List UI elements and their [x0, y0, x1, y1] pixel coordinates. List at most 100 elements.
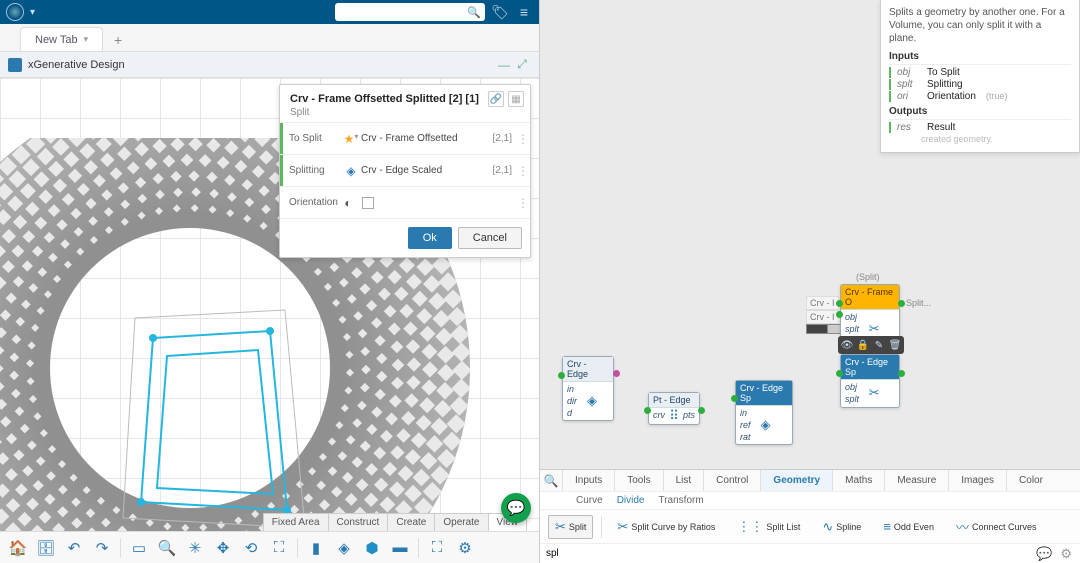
database-icon[interactable]: 🗄: [34, 536, 58, 560]
undo-icon[interactable]: ↶: [62, 536, 86, 560]
node-toolstrip: 👁 🔒 ✎ 🗑: [838, 336, 904, 354]
orientation-checkbox[interactable]: [362, 197, 374, 209]
snowflake-icon[interactable]: ✳: [183, 536, 207, 560]
subcat-transform[interactable]: Transform: [658, 495, 703, 506]
chat-icon[interactable]: 💬: [1032, 546, 1056, 562]
crumb-1[interactable]: Crv - I: [806, 296, 839, 310]
cat-tools[interactable]: Tools: [614, 470, 662, 491]
tab-newtab[interactable]: New Tab ▾: [20, 27, 103, 51]
port-dot[interactable]: [644, 407, 651, 414]
rotate-icon[interactable]: ⟲: [239, 536, 263, 560]
settings-icon[interactable]: ⚙: [453, 536, 477, 560]
properties-title: Crv - Frame Offsetted Splitted [2] [1]: [290, 93, 520, 105]
cat-geometry[interactable]: Geometry: [760, 470, 832, 491]
node-title: Crv - Edge: [563, 357, 613, 382]
cat-measure[interactable]: Measure: [884, 470, 948, 491]
cat-control[interactable]: Control: [703, 470, 760, 491]
cat-inputs[interactable]: Inputs: [562, 470, 614, 491]
gear-icon[interactable]: ⚙: [1056, 546, 1076, 562]
vtab-operate[interactable]: Operate: [434, 513, 488, 531]
search-box[interactable]: 🔍: [335, 3, 485, 21]
vtab-construct[interactable]: Construct: [328, 513, 389, 531]
port-dot[interactable]: [898, 370, 905, 377]
node-pt-edge[interactable]: Pt - Edge crv ⠿ pts: [648, 392, 700, 425]
row-menu-icon[interactable]: ⋮: [516, 132, 530, 146]
3d-viewport[interactable]: Crv - Frame Offsetted Splitted [2] [1] S…: [0, 78, 539, 563]
link-icon[interactable]: 🔗: [488, 91, 504, 107]
view-iso-icon[interactable]: ◈: [332, 536, 356, 560]
cat-list[interactable]: List: [663, 470, 704, 491]
tool-split[interactable]: ✂Split: [548, 515, 593, 539]
prop-row-tosplit[interactable]: To Split ★▾ Crv - Frame Offsetted [2,1] …: [280, 123, 530, 155]
port-dot[interactable]: [613, 370, 620, 377]
prop-row-splitting[interactable]: Splitting ◈ Crv - Edge Scaled [2,1] ⋮: [280, 155, 530, 187]
chat-button[interactable]: 💬: [501, 493, 531, 523]
crumb-2[interactable]: Crv - I: [806, 310, 839, 324]
search-icon[interactable]: 🔍: [540, 474, 562, 488]
eye-icon[interactable]: 👁: [840, 338, 854, 352]
slider-widget[interactable]: [806, 324, 842, 334]
ok-button[interactable]: Ok: [408, 227, 452, 249]
vtab-create[interactable]: Create: [387, 513, 435, 531]
vtab-fixed[interactable]: Fixed Area: [263, 513, 329, 531]
edit-icon[interactable]: ✎: [872, 338, 886, 352]
add-tab-button[interactable]: +: [109, 31, 127, 49]
filter-input[interactable]: [544, 546, 1032, 561]
home-icon[interactable]: 🏠: [6, 536, 30, 560]
node-edge-sp2[interactable]: Crv - Edge Sp obj splt ✂: [840, 354, 900, 408]
tool-split-ratios[interactable]: ✂Split Curve by Ratios: [610, 515, 722, 539]
cat-maths[interactable]: Maths: [832, 470, 884, 491]
node-crv-edge[interactable]: Crv - Edge in dir d ◈: [562, 356, 614, 421]
cat-images[interactable]: Images: [948, 470, 1006, 491]
app-root: ▾ 🔍 🏷 ≡ New Tab ▾ + xGenerative Design —…: [0, 0, 1080, 563]
tab-chevron-icon[interactable]: ▾: [84, 34, 89, 45]
subcat-curve[interactable]: Curve: [576, 495, 603, 506]
search-icon[interactable]: 🔍: [467, 6, 481, 19]
port-dot[interactable]: [731, 395, 738, 402]
tool-spline[interactable]: ∿Spline: [815, 515, 868, 539]
fit-icon[interactable]: ⛶: [267, 536, 291, 560]
prop-row-orientation[interactable]: Orientation ◐ ⋮: [280, 187, 530, 219]
view-tabs: Fixed Area Construct Create Operate View: [264, 513, 527, 531]
viewport-toolbar: 🏠 🗄 ↶ ↷ ▭ 🔍 ✳ ✥ ⟲ ⛶ ▮ ◈ ⬢ ▬ ⛶ ⚙: [0, 531, 539, 563]
minimize-icon[interactable]: —: [495, 56, 513, 74]
trash-icon[interactable]: 🗑: [888, 338, 902, 352]
menu-icon[interactable]: ≡: [515, 3, 533, 21]
redo-icon[interactable]: ↷: [90, 536, 114, 560]
row-menu-icon[interactable]: ⋮: [516, 164, 530, 178]
subcat-divide[interactable]: Divide: [617, 495, 645, 506]
port-dot[interactable]: [558, 372, 565, 379]
compass-icon[interactable]: [6, 3, 24, 21]
star-icon: ★▾: [341, 132, 361, 146]
compass-chevron-icon[interactable]: ▾: [30, 7, 35, 18]
oddeven-icon: ≡: [883, 519, 891, 534]
prop-label: Orientation: [280, 197, 338, 208]
move-icon[interactable]: ✥: [211, 536, 235, 560]
grid-icon[interactable]: ▦: [508, 91, 524, 107]
cancel-button[interactable]: Cancel: [458, 227, 522, 249]
port-dot[interactable]: [836, 311, 843, 318]
node-edge-sp[interactable]: Crv - Edge Sp in ref rat ◈: [735, 380, 793, 445]
port-dot[interactable]: [836, 370, 843, 377]
row-menu-icon[interactable]: ⋮: [516, 196, 530, 210]
lock-icon[interactable]: 🔒: [856, 338, 870, 352]
port-dot[interactable]: [836, 300, 843, 307]
tab-label: New Tab: [35, 34, 78, 46]
zoom-icon[interactable]: 🔍: [155, 536, 179, 560]
tag-icon[interactable]: 🏷: [491, 3, 509, 21]
cat-color[interactable]: Color: [1006, 470, 1055, 491]
port-dot[interactable]: [898, 300, 905, 307]
view-cube-icon[interactable]: ⬢: [360, 536, 384, 560]
compress-icon[interactable]: ⤢: [513, 56, 531, 74]
view-side-icon[interactable]: ▬: [388, 536, 412, 560]
tool-split-list[interactable]: ⋮⋮Split List: [730, 515, 807, 539]
view-front-icon[interactable]: ▮: [304, 536, 328, 560]
tool-connect[interactable]: 〰Connect Curves: [949, 513, 1044, 540]
graph-canvas[interactable]: (Split) Crv - I Crv - I Crv - Frame O ob…: [540, 0, 1080, 483]
node-title: Pt - Edge: [649, 393, 699, 408]
port-dot[interactable]: [698, 407, 705, 414]
frame-icon[interactable]: ▭: [127, 536, 151, 560]
tool-odd-even[interactable]: ≡Odd Even: [876, 515, 941, 538]
search-input[interactable]: [339, 7, 467, 18]
fullscreen-icon[interactable]: ⛶: [425, 536, 449, 560]
